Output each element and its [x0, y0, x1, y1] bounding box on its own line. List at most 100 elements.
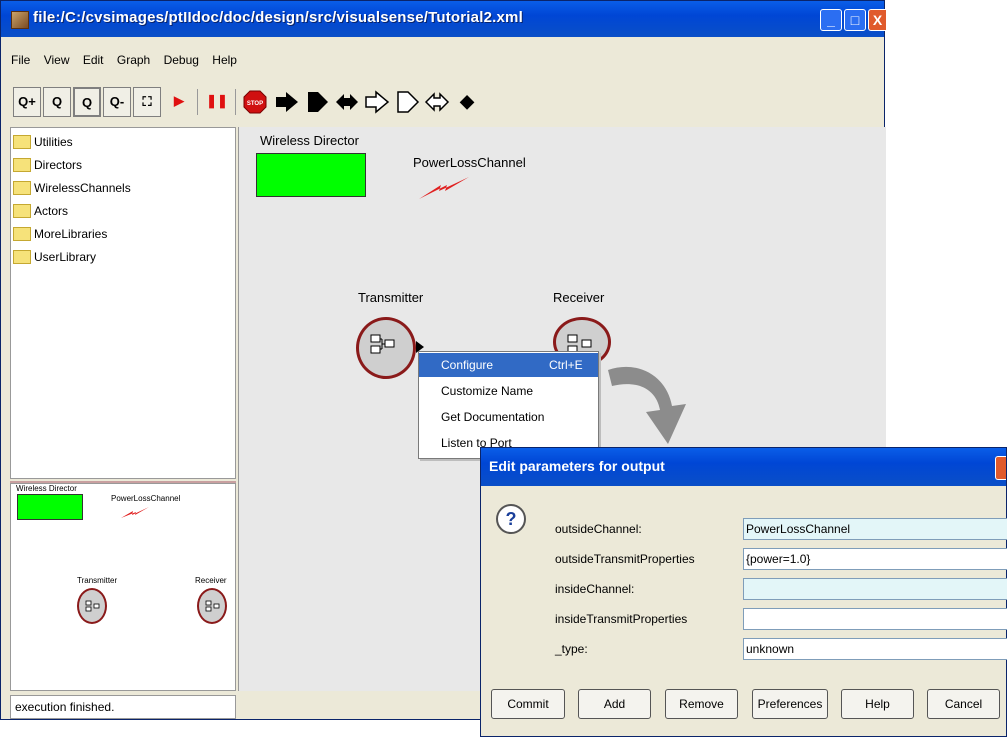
canvas-receiver-label: Receiver: [553, 290, 605, 305]
remove-button[interactable]: Remove: [665, 689, 738, 719]
zoom-reset-button[interactable]: Q: [43, 87, 71, 117]
toolbar-separator: [197, 89, 198, 115]
zoom-reset-icon: Q: [51, 94, 63, 109]
folder-icon: [13, 249, 31, 264]
zoom-in-button[interactable]: Q+: [13, 87, 41, 117]
relation-button[interactable]: ◆: [453, 87, 481, 117]
menu-help[interactable]: Help: [212, 53, 237, 67]
folder-icon: [13, 226, 31, 241]
cancel-button[interactable]: Cancel: [927, 689, 1000, 719]
run-button[interactable]: ▶: [165, 87, 193, 117]
wireless-director-box[interactable]: [256, 153, 366, 197]
input-port-button[interactable]: [273, 87, 301, 117]
menu-item-configure[interactable]: Configure Ctrl+E: [419, 353, 598, 377]
library-item-directors[interactable]: Directors: [13, 157, 82, 177]
param-label-type: _type:: [555, 642, 588, 656]
preferences-button[interactable]: Preferences: [752, 689, 828, 719]
param-field-type[interactable]: unknown: [743, 638, 1007, 660]
param-label-inside-channel: insideChannel:: [555, 582, 635, 596]
menu-item-get-documentation[interactable]: Get Documentation: [419, 405, 598, 429]
dialog-close-button[interactable]: [995, 456, 1006, 480]
library-item-user-library[interactable]: UserLibrary: [13, 249, 96, 269]
param-label-inside-transmit-properties: insideTransmitProperties: [555, 612, 688, 626]
pointer-arrow-icon: [608, 366, 686, 444]
pause-button[interactable]: ❚❚: [203, 87, 231, 117]
menu-view[interactable]: View: [44, 53, 70, 67]
dialog-title: Edit parameters for output: [489, 458, 665, 474]
multiport-input-button[interactable]: [363, 87, 391, 117]
param-field-inside-transmit-properties[interactable]: [743, 608, 1007, 630]
library-tree[interactable]: Utilities Directors WirelessChannels Act…: [10, 127, 236, 479]
transmitter-actor[interactable]: [356, 317, 416, 379]
menu-bar: File View Edit Graph Debug Help: [1, 53, 884, 73]
multiport-io-button[interactable]: [423, 87, 451, 117]
param-field-inside-channel[interactable]: [743, 578, 1007, 600]
hollow-arrow-icon: [365, 90, 390, 114]
dialog-title-bar[interactable]: Edit parameters for output: [481, 448, 1006, 486]
io-port-button[interactable]: [333, 87, 361, 117]
menu-edit[interactable]: Edit: [83, 53, 104, 67]
run-icon: ▶: [174, 93, 184, 108]
overview-channel-label: PowerLossChannel: [111, 494, 181, 503]
menu-item-customize-name[interactable]: Customize Name: [419, 379, 598, 403]
param-label-outside-channel: outsideChannel:: [555, 522, 642, 536]
window-title: file:/C:/cvsimages/ptIIdoc/doc/design/sr…: [33, 9, 523, 26]
folder-icon: [13, 203, 31, 218]
toolbar-separator: [235, 89, 236, 115]
status-text: execution finished.: [15, 700, 115, 714]
question-icon: ?: [496, 504, 526, 534]
commit-button[interactable]: Commit: [491, 689, 565, 719]
zoom-out-button[interactable]: Q-: [103, 87, 131, 117]
folder-icon: [13, 157, 31, 172]
zoom-fit-button[interactable]: Q: [73, 87, 101, 117]
canvas-transmitter-label: Transmitter: [358, 290, 424, 305]
library-item-wireless-channels[interactable]: WirelessChannels: [13, 180, 131, 200]
overview-director-box: [17, 494, 83, 520]
minimize-button[interactable]: _: [820, 9, 842, 31]
actor-glyph-icon: [370, 334, 395, 354]
overview-panel[interactable]: Wireless Director PowerLossChannel Trans…: [10, 483, 236, 691]
full-screen-button[interactable]: ⛶: [133, 87, 161, 117]
menu-debug[interactable]: Debug: [164, 53, 199, 67]
title-bar[interactable]: file:/C:/cvsimages/ptIIdoc/doc/design/sr…: [1, 1, 886, 37]
power-loss-channel-icon[interactable]: [419, 175, 469, 201]
folder-icon: [13, 134, 31, 149]
menu-file[interactable]: File: [11, 53, 30, 67]
output-port-button[interactable]: [303, 87, 331, 117]
full-screen-icon: ⛶: [142, 94, 152, 109]
param-field-outside-transmit-properties[interactable]: {power=1.0}: [743, 548, 1007, 570]
context-menu: Configure Ctrl+E Customize Name Get Docu…: [418, 351, 599, 459]
zoom-fit-icon: Q: [81, 95, 93, 110]
edit-parameters-dialog: Edit parameters for output ? outsideChan…: [480, 447, 1007, 737]
stop-button[interactable]: STOP: [241, 87, 269, 117]
add-button[interactable]: Add: [578, 689, 651, 719]
diamond-icon: ◆: [460, 91, 474, 111]
hollow-flag-icon: [397, 91, 420, 113]
svg-text:STOP: STOP: [247, 101, 263, 107]
actor-glyph-icon: [85, 600, 100, 612]
library-item-actors[interactable]: Actors: [13, 203, 68, 223]
zoom-in-icon: Q+: [18, 94, 36, 109]
input-port-icon: [276, 92, 298, 112]
help-button[interactable]: Help: [841, 689, 914, 719]
param-field-outside-channel[interactable]: PowerLossChannel: [743, 518, 1007, 540]
multiport-output-button[interactable]: [393, 87, 421, 117]
param-label-outside-transmit-properties: outsideTransmitProperties: [555, 552, 695, 566]
library-item-more-libraries[interactable]: MoreLibraries: [13, 226, 107, 246]
library-item-utilities[interactable]: Utilities: [13, 134, 73, 154]
canvas-director-label: Wireless Director: [260, 133, 359, 148]
output-port-icon: [308, 92, 328, 112]
menu-graph[interactable]: Graph: [117, 53, 150, 67]
io-port-icon: [336, 94, 358, 110]
close-button[interactable]: X: [868, 9, 886, 31]
overview-receiver-actor: [197, 588, 227, 624]
hollow-double-arrow-icon: [424, 92, 450, 112]
overview-director-label: Wireless Director: [16, 484, 77, 493]
pause-icon: ❚❚: [206, 93, 228, 108]
stop-icon: STOP: [243, 90, 267, 114]
zoom-out-icon: Q-: [109, 94, 125, 109]
folder-icon: [13, 180, 31, 195]
maximize-button[interactable]: □: [844, 9, 866, 31]
app-icon: [11, 11, 29, 29]
canvas-channel-label: PowerLossChannel: [413, 155, 526, 170]
